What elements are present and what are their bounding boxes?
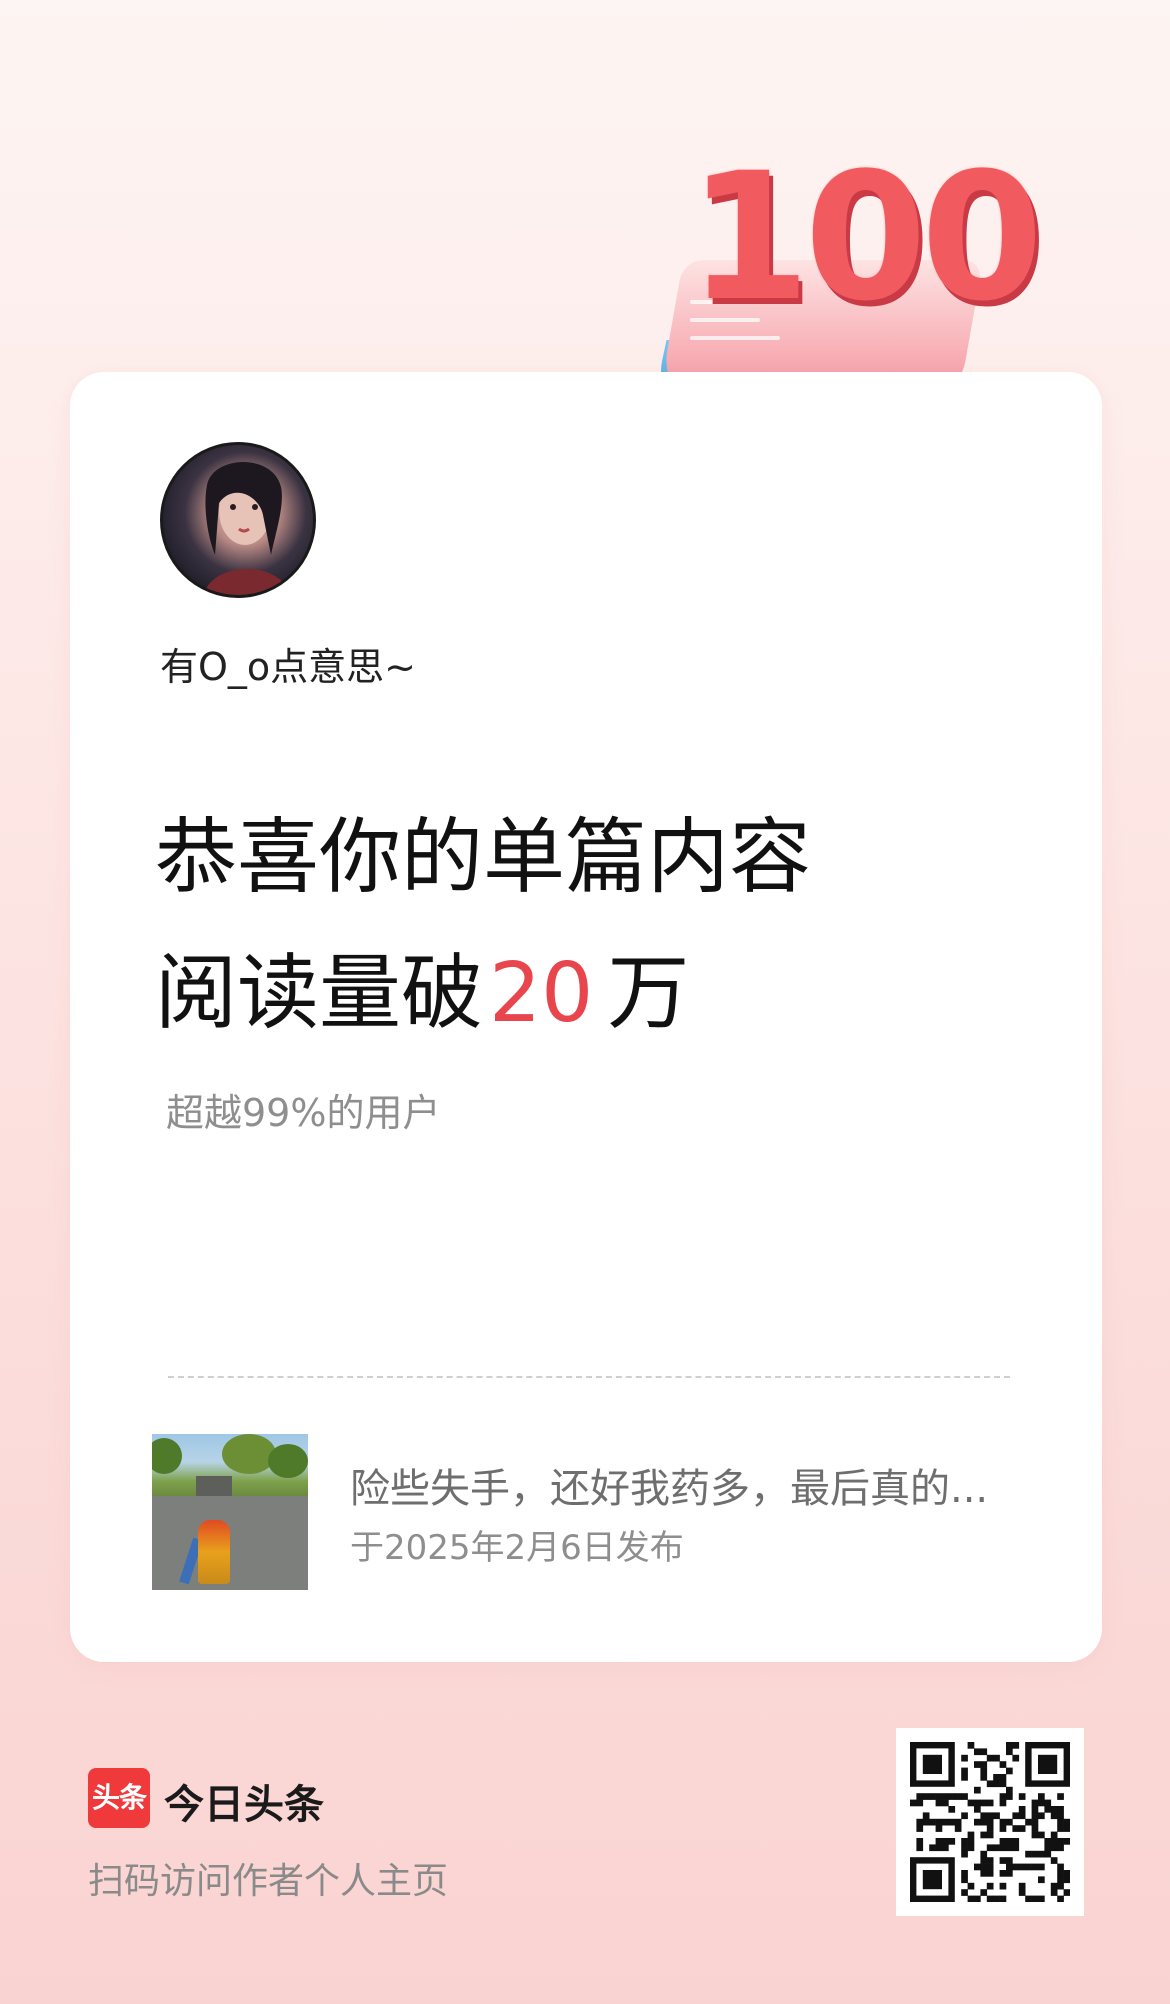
app-name: 今日头条 bbox=[164, 1782, 324, 1828]
article-title[interactable]: 险些失手，还好我药多，最后真的... bbox=[350, 1456, 988, 1514]
headline: 恭喜你的单篇内容 阅读量破20 万 bbox=[155, 790, 811, 1062]
thumb-road bbox=[152, 1496, 308, 1590]
username[interactable]: 有O_o点意思~ bbox=[160, 636, 416, 691]
headline-line1: 恭喜你的单篇内容 bbox=[155, 810, 812, 905]
qr-code-icon[interactable] bbox=[896, 1728, 1084, 1916]
thumb-hut bbox=[196, 1476, 232, 1496]
thumb-tree bbox=[152, 1438, 182, 1474]
scan-hint: 扫码访问作者个人主页 bbox=[88, 1861, 449, 1902]
badge-number: 100 bbox=[688, 135, 1043, 340]
avatar[interactable] bbox=[160, 442, 316, 598]
headline-prefix: 阅读量破 bbox=[155, 946, 484, 1041]
article-date: 于2025年2月6日发布 bbox=[350, 1528, 684, 1568]
read-count-number: 20 bbox=[489, 946, 594, 1041]
read-count-unit: 万 bbox=[607, 946, 690, 1041]
avatar-image bbox=[203, 462, 293, 595]
toutiao-logo-icon: 头条 bbox=[88, 1768, 150, 1828]
article-thumbnail[interactable] bbox=[152, 1434, 308, 1590]
thumb-character bbox=[198, 1520, 230, 1584]
percentile-text: 超越99%的用户 bbox=[166, 1091, 441, 1135]
thumb-tree bbox=[222, 1434, 276, 1474]
dashed-divider bbox=[168, 1376, 1010, 1378]
qr-code-graphic bbox=[910, 1742, 1070, 1902]
thumb-tree bbox=[268, 1444, 308, 1478]
headline-line2: 阅读量破20 万 bbox=[155, 926, 811, 1062]
